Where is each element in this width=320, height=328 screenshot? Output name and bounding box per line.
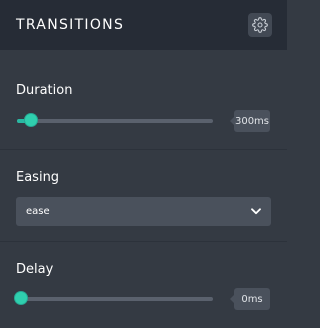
duration-label: Duration <box>16 83 73 98</box>
delay-slider-track[interactable] <box>17 297 213 301</box>
chevron-down-icon <box>251 208 261 215</box>
duration-value[interactable]: 300ms <box>230 110 270 132</box>
easing-label: Easing <box>16 170 60 185</box>
delay-section: Delay 0ms <box>0 241 287 328</box>
delay-value[interactable]: 0ms <box>230 288 270 310</box>
duration-slider[interactable] <box>17 114 213 128</box>
panel-title: TRANSITIONS <box>16 17 125 33</box>
duration-section: Duration 300ms <box>0 60 287 149</box>
duration-slider-track[interactable] <box>17 119 213 123</box>
delay-slider[interactable] <box>15 292 213 306</box>
settings-button[interactable] <box>248 13 272 37</box>
delay-slider-thumb[interactable] <box>15 292 27 304</box>
duration-slider-thumb[interactable] <box>24 114 37 126</box>
gear-icon <box>252 17 268 33</box>
easing-section: Easing ease <box>0 149 287 242</box>
transitions-panel: TRANSITIONS Duration 300ms Easing ease D… <box>0 0 287 327</box>
delay-label: Delay <box>16 262 54 277</box>
panel-header: TRANSITIONS <box>0 0 287 50</box>
easing-selected-value: ease <box>26 206 50 217</box>
easing-select[interactable]: ease <box>16 197 271 226</box>
